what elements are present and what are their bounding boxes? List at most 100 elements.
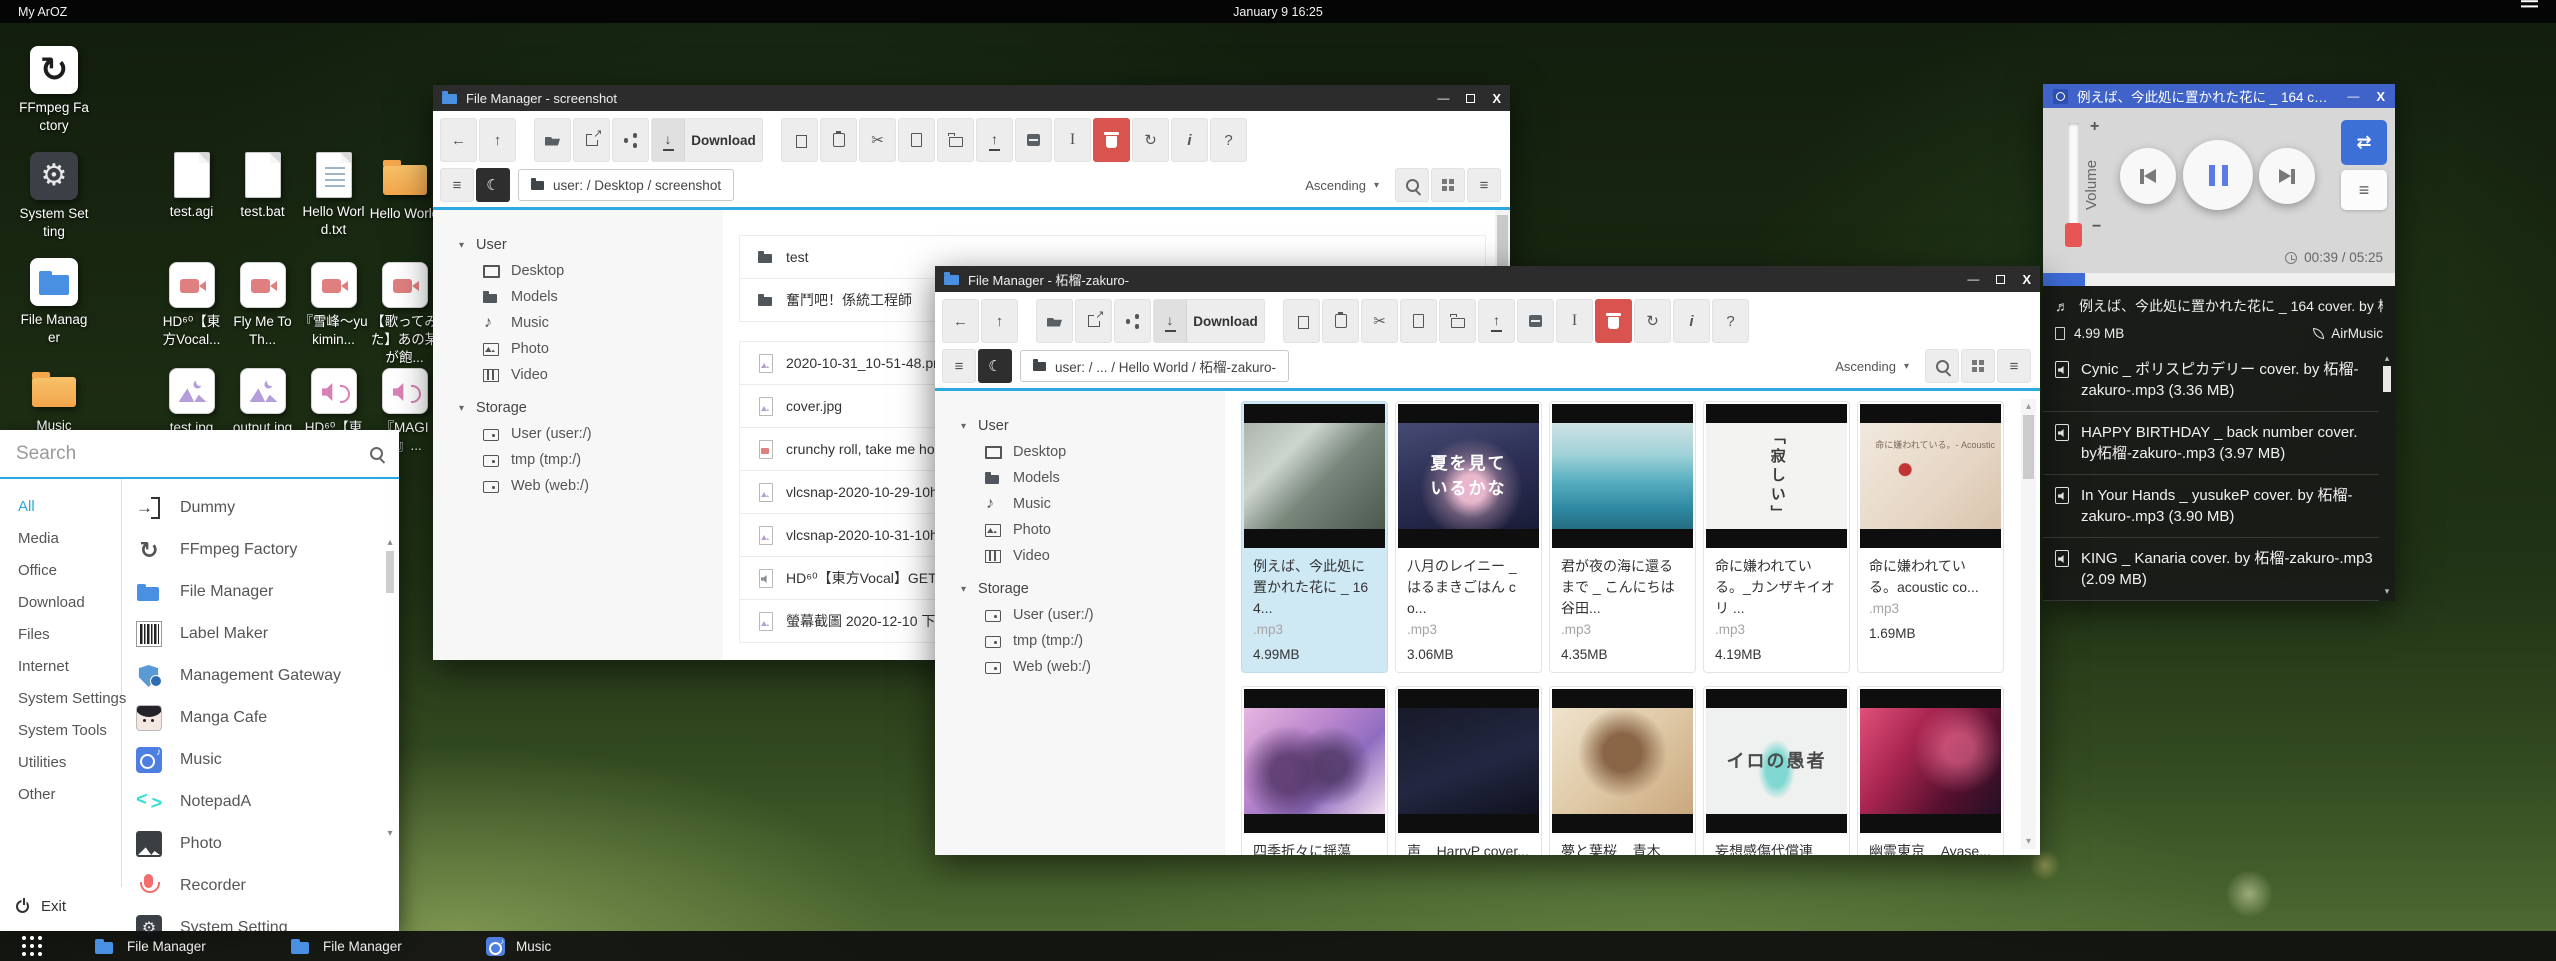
up-button[interactable]: ↑ xyxy=(981,299,1018,343)
file-tile[interactable]: 夏を見て いるかな 八月のレイニー _ はるまきごはん co... .mp3 3… xyxy=(1395,401,1542,673)
open-new-window-button[interactable] xyxy=(573,118,610,162)
repeat-button[interactable]: ⇄ xyxy=(2341,120,2387,165)
list-view-button[interactable]: ≡ xyxy=(1467,168,1501,202)
paste-button[interactable] xyxy=(1322,299,1359,343)
app-list-item[interactable]: FFmpeg Factory xyxy=(136,529,377,571)
file-tile[interactable]: 例えば、今此処に置かれた花に _ 164... .mp3 4.99MB xyxy=(1241,401,1388,673)
sidebar-section-user[interactable]: ▾User xyxy=(961,413,1215,439)
list-view-button[interactable]: ≡ xyxy=(1997,349,2031,383)
copy-button[interactable] xyxy=(1283,299,1320,343)
maximize-button[interactable] xyxy=(1466,94,1475,103)
app-launcher-button[interactable] xyxy=(10,931,54,961)
scroll-up-icon[interactable]: ▴ xyxy=(2381,353,2393,364)
file-tile[interactable]: 「寂しい」 命に嫌われている。_カンザキイオリ ... .mp3 4.19MB xyxy=(1703,401,1850,673)
sidebar-item[interactable]: Music xyxy=(459,310,713,336)
sidebar-item[interactable]: Video xyxy=(459,362,713,388)
sidebar-section-storage[interactable]: ▾Storage xyxy=(459,395,713,421)
desktop-file[interactable]: 『雪峰～yukimin... xyxy=(298,262,369,367)
file-tile[interactable]: 四季折々に揺蕩い... xyxy=(1241,686,1388,855)
playlist-menu-button[interactable]: ≡ xyxy=(2341,170,2387,210)
desktop-shortcut[interactable]: FFmpeg Factory xyxy=(22,46,86,152)
taskbar-item[interactable]: File Manager xyxy=(276,931,446,961)
info-button[interactable]: i xyxy=(1171,118,1208,162)
menu-button[interactable]: ≡ xyxy=(440,168,474,202)
file-tile[interactable]: 君が夜の海に還るまで _ こんにちは谷田... .mp3 4.35MB xyxy=(1549,401,1696,673)
category-item[interactable]: Download xyxy=(0,587,121,619)
sidebar-item[interactable]: User (user:/) xyxy=(961,602,1215,628)
playlist-item[interactable]: KING _ Kanaria cover. by 柘榴-zakuro-.mp3 … xyxy=(2043,538,2379,601)
category-item[interactable]: Office xyxy=(0,555,121,587)
search-input[interactable] xyxy=(16,443,370,465)
help-button[interactable]: ? xyxy=(1210,118,1247,162)
desktop-file[interactable]: 【歌ってみた】あの某が飽... xyxy=(369,262,440,367)
sidebar-item[interactable]: Desktop xyxy=(961,439,1215,465)
app-list-item[interactable]: Recorder xyxy=(136,865,377,907)
close-button[interactable]: X xyxy=(2376,90,2385,103)
scroll-up-icon[interactable]: ▴ xyxy=(2021,401,2036,412)
app-list-item[interactable]: Music xyxy=(136,739,377,781)
search-icon[interactable] xyxy=(370,447,383,460)
refresh-button[interactable]: ↻ xyxy=(1634,299,1671,343)
refresh-button[interactable]: ↻ xyxy=(1132,118,1169,162)
playlist-item[interactable]: HAPPY BIRTHDAY _ back number cover. by柘榴… xyxy=(2043,412,2379,475)
grid-scrollbar[interactable]: ▴ ▾ xyxy=(2021,399,2036,849)
category-item[interactable]: Internet xyxy=(0,651,121,683)
rename-button[interactable]: I xyxy=(1556,299,1593,343)
desktop-file[interactable]: Hello World.txt xyxy=(298,152,369,239)
sidebar-item[interactable]: Video xyxy=(961,543,1215,569)
close-button[interactable]: X xyxy=(2022,273,2031,286)
app-list-item[interactable]: File Manager xyxy=(136,571,377,613)
new-folder-button[interactable] xyxy=(937,118,974,162)
app-list-item[interactable]: Label Maker xyxy=(136,613,377,655)
open-button[interactable] xyxy=(534,118,571,162)
scroll-thumb[interactable] xyxy=(386,551,394,593)
volume-down-label[interactable]: − xyxy=(2092,218,2101,236)
category-item[interactable]: Other xyxy=(0,779,121,811)
cut-button[interactable]: ✂ xyxy=(859,118,896,162)
sort-dropdown[interactable]: Ascending ▾ xyxy=(1835,359,1909,374)
archive-button[interactable] xyxy=(1517,299,1554,343)
desktop-shortcut[interactable]: System Setting xyxy=(22,152,86,258)
app-list-item[interactable]: Photo xyxy=(136,823,377,865)
back-button[interactable]: ← xyxy=(942,299,979,343)
category-item[interactable]: Utilities xyxy=(0,747,121,779)
rename-button[interactable]: I xyxy=(1054,118,1091,162)
sidebar-item[interactable]: Photo xyxy=(459,336,713,362)
playlist-item[interactable]: In Your Hands _ yusukeP cover. by 柘榴-zak… xyxy=(2043,475,2379,538)
scroll-up-icon[interactable]: ▴ xyxy=(384,537,396,548)
file-tile[interactable]: 命に嫌われている。- Acoustic 命に嫌われている。acoustic co… xyxy=(1857,401,2004,673)
up-button[interactable]: ↑ xyxy=(479,118,516,162)
sort-dropdown[interactable]: Ascending ▾ xyxy=(1305,178,1379,193)
desktop-file[interactable]: Fly Me To Th... xyxy=(227,262,298,367)
cut-button[interactable]: ✂ xyxy=(1361,299,1398,343)
sidebar-item[interactable]: Music xyxy=(961,491,1215,517)
sidebar-section-storage[interactable]: ▾Storage xyxy=(961,576,1215,602)
previous-button[interactable] xyxy=(2120,148,2176,204)
category-item[interactable]: System Tools xyxy=(0,715,121,747)
back-button[interactable]: ← xyxy=(440,118,477,162)
search-button[interactable] xyxy=(1925,349,1959,383)
category-item[interactable]: Files xyxy=(0,619,121,651)
minimize-button[interactable]: — xyxy=(2347,90,2359,102)
sidebar-item[interactable]: Photo xyxy=(961,517,1215,543)
taskbar-item[interactable]: Music xyxy=(472,931,642,961)
download-button[interactable]: ↓ Download xyxy=(651,118,763,162)
app-list-item[interactable]: Management Gateway xyxy=(136,655,377,697)
path-bar[interactable]: user: / Desktop / screenshot xyxy=(518,169,734,201)
share-button[interactable] xyxy=(612,118,649,162)
file-tile[interactable]: イロの愚者 妄想感傷代償連盟... xyxy=(1703,686,1850,855)
scroll-thumb[interactable] xyxy=(2023,415,2034,479)
app-list-item[interactable]: Dummy xyxy=(136,487,377,529)
open-button[interactable] xyxy=(1036,299,1073,343)
scroll-down-icon[interactable]: ▾ xyxy=(384,828,396,839)
exit-button[interactable]: Exit xyxy=(0,889,66,923)
topbar-menu-button[interactable] xyxy=(2521,5,2538,18)
playlist-scrollbar[interactable]: ▴ ▾ xyxy=(2381,353,2393,597)
file-tile[interactable]: 夢と葉桜 _ 青木月... xyxy=(1549,686,1696,855)
scroll-thumb[interactable] xyxy=(2383,366,2391,392)
volume-up-label[interactable]: + xyxy=(2090,118,2099,136)
sidebar-section-user[interactable]: ▾User xyxy=(459,232,713,258)
delete-button[interactable] xyxy=(1595,299,1632,343)
dark-mode-button[interactable]: ☾ xyxy=(978,349,1012,383)
archive-button[interactable] xyxy=(1015,118,1052,162)
